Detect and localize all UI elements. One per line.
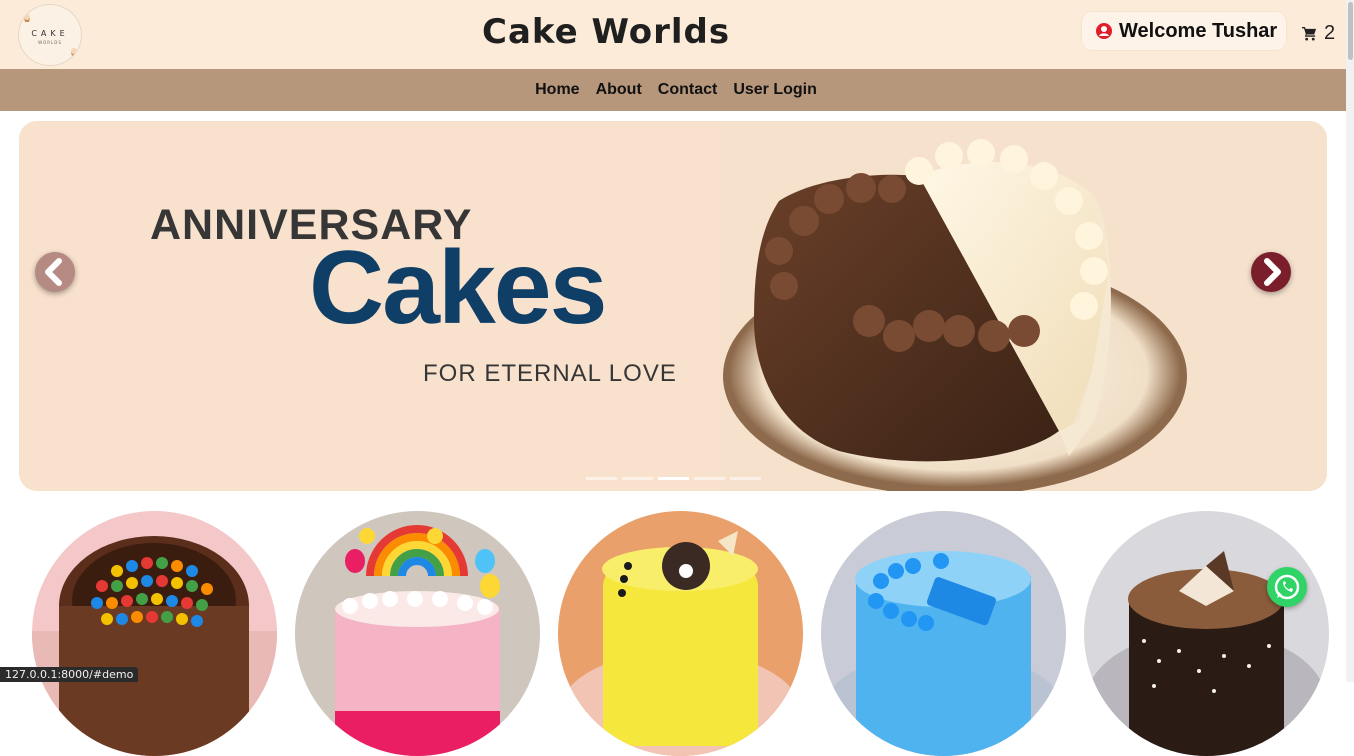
site-title: Cake Worlds — [482, 12, 731, 52]
top-header: CAKE WORLDS Cake Worlds Welcome Tushar 2 — [0, 0, 1346, 69]
main-nav: Home About Contact User Login — [0, 69, 1346, 111]
rainbow-cake-image — [295, 511, 540, 756]
welcome-label: Welcome Tushar — [1119, 19, 1278, 42]
chevron-left-icon — [45, 258, 62, 286]
chevron-right-icon — [1264, 258, 1281, 286]
cupcake-icon — [24, 14, 30, 22]
carousel-indicators — [586, 477, 761, 480]
banner-tagline: FOR ETERNAL LOVE — [423, 360, 677, 387]
gems-cake-image — [32, 511, 277, 756]
carousel-indicator-2[interactable] — [622, 477, 653, 480]
nav-user-login-link[interactable]: User Login — [733, 81, 817, 99]
scrollbar-thumb[interactable] — [1348, 2, 1353, 60]
carousel-indicator-3[interactable] — [658, 477, 689, 480]
page-scrollbar[interactable] — [1346, 0, 1354, 682]
blue-dad-cake-image — [821, 511, 1066, 756]
site-logo[interactable]: CAKE WORLDS — [18, 4, 82, 66]
carousel-indicator-1[interactable] — [586, 477, 617, 480]
shopping-cart-icon — [1302, 26, 1317, 41]
logo-text: CAKE — [31, 29, 69, 38]
user-circle-icon — [1096, 23, 1112, 39]
whatsapp-icon — [1274, 574, 1300, 600]
category-chocolate-cake[interactable] — [1084, 511, 1329, 756]
cart-button[interactable]: 2 — [1302, 22, 1335, 45]
category-yellow-cake[interactable] — [558, 511, 803, 756]
yellow-cake-image — [558, 511, 803, 756]
carousel-prev-button[interactable] — [35, 252, 75, 292]
cart-count: 2 — [1324, 22, 1336, 44]
nav-contact-link[interactable]: Contact — [658, 81, 718, 99]
category-rainbow-cake[interactable] — [295, 511, 540, 756]
status-bar-url: 127.0.0.1:8000/#demo — [0, 667, 139, 682]
banner-title: Cakes — [309, 230, 607, 346]
hero-carousel: ANNIVERSARY Cakes FOR ETERNAL LOVE — [19, 121, 1327, 491]
chocolate-cake-image — [1084, 511, 1329, 756]
carousel-indicator-4[interactable] — [694, 477, 725, 480]
carousel-next-button[interactable] — [1251, 252, 1291, 292]
nav-about-link[interactable]: About — [596, 81, 642, 99]
category-gems-cake[interactable] — [32, 511, 277, 756]
category-blue-dad-cake[interactable] — [821, 511, 1066, 756]
whatsapp-chat-button[interactable] — [1267, 567, 1307, 607]
logo-subtext: WORLDS — [38, 40, 62, 45]
anniversary-cake-banner-image — [19, 121, 1327, 491]
cupcake-icon — [71, 48, 77, 56]
welcome-user-button[interactable]: Welcome Tushar — [1082, 12, 1286, 50]
carousel-indicator-5[interactable] — [730, 477, 761, 480]
nav-home-link[interactable]: Home — [535, 81, 579, 99]
